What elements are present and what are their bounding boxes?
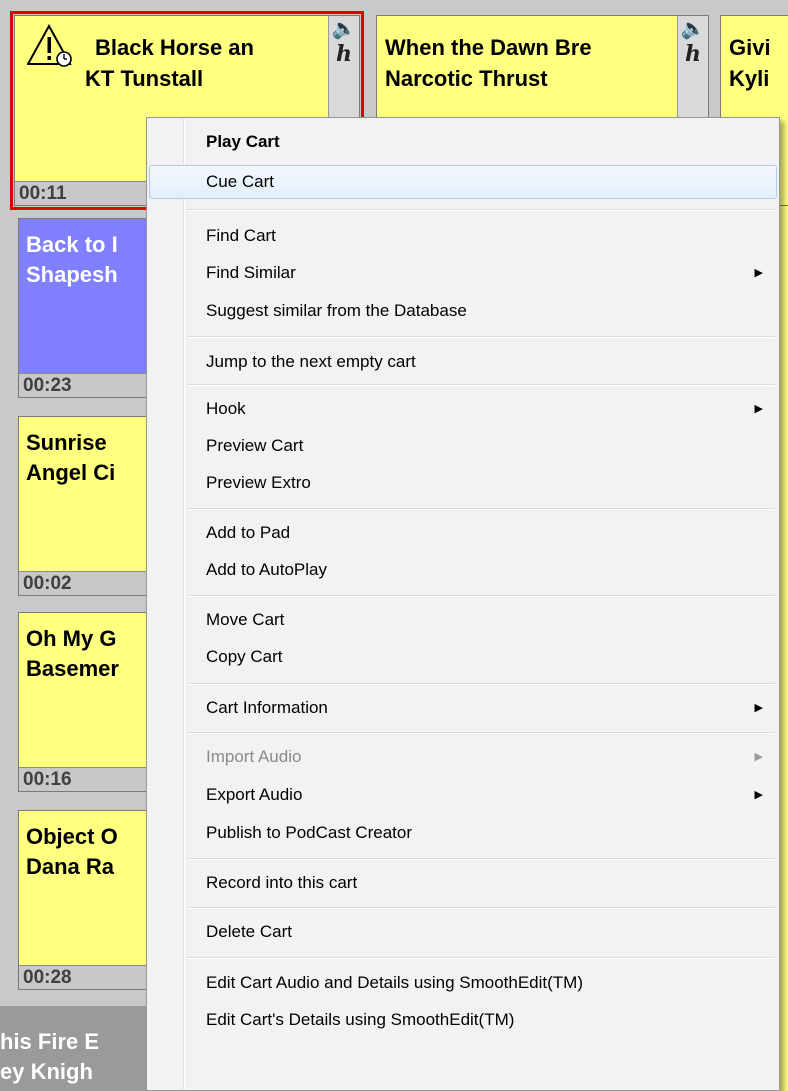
cart-duration: 00:28 <box>19 965 157 989</box>
menu-item-label: Preview Extro <box>206 473 311 492</box>
cart-back-to[interactable]: Back to I Shapesh 00:23 <box>18 218 158 398</box>
submenu-arrow-icon: ▶ <box>754 702 763 714</box>
menu-item-label: Copy Cart <box>206 647 283 666</box>
menu-item-record-into-this-cart[interactable]: Record into this cart <box>149 866 777 900</box>
menu-separator <box>187 508 775 510</box>
menu-item-add-to-autoplay[interactable]: Add to AutoPlay <box>149 553 777 587</box>
menu-separator <box>187 858 775 860</box>
menu-item-label: Edit Cart's Details using SmoothEdit(TM) <box>206 1010 515 1029</box>
warning-clock-icon <box>26 23 75 68</box>
menu-separator <box>187 957 775 959</box>
cart-artist: Basemer <box>26 656 119 681</box>
menu-item-play-cart[interactable]: Play Cart <box>149 125 777 159</box>
menu-item-edit-cart-audio-and-details-using-smoothedit-tm[interactable]: Edit Cart Audio and Details using Smooth… <box>149 966 777 1000</box>
menu-item-label: Cue Cart <box>206 172 275 191</box>
menu-item-label: Add to AutoPlay <box>206 560 327 579</box>
cart-artist: Kyli <box>729 66 770 91</box>
speaker-icon[interactable]: 🔈 <box>329 16 359 42</box>
menu-item-label: Play Cart <box>206 132 280 151</box>
menu-item-copy-cart[interactable]: Copy Cart <box>149 640 777 674</box>
menu-item-cue-cart[interactable]: Cue Cart <box>149 165 777 199</box>
menu-item-label: Import Audio <box>206 747 302 766</box>
menu-item-export-audio[interactable]: Export Audio ▶ <box>149 778 777 812</box>
menu-item-label: Delete Cart <box>206 922 292 941</box>
cart-title: Sunrise <box>26 430 107 455</box>
cart-this-fire[interactable]: his Fire E ey Knigh <box>0 1006 158 1091</box>
menu-item-label: Export Audio <box>206 785 303 804</box>
cart-artist: KT Tunstall <box>85 66 204 91</box>
menu-item-add-to-pad[interactable]: Add to Pad <box>149 516 777 550</box>
cart-duration: 00:16 <box>19 767 157 791</box>
cart-duration: 00:23 <box>19 373 157 397</box>
cart-duration: 00:02 <box>19 571 157 595</box>
menu-item-move-cart[interactable]: Move Cart <box>149 603 777 637</box>
menu-item-import-audio: Import Audio ▶ <box>149 740 777 774</box>
menu-item-cart-information[interactable]: Cart Information ▶ <box>149 691 777 725</box>
cart-title: Black Horse an <box>95 35 254 60</box>
menu-separator <box>187 384 775 386</box>
cart-artist: Narcotic Thrust <box>385 66 548 91</box>
menu-separator <box>187 595 775 597</box>
menu-item-label: Find Cart <box>206 226 276 245</box>
submenu-arrow-icon: ▶ <box>754 751 763 763</box>
menu-separator <box>187 683 775 685</box>
cart-title: Back to I <box>26 232 118 257</box>
menu-item-label: Publish to PodCast Creator <box>206 823 412 842</box>
menu-separator <box>187 336 775 338</box>
hook-indicator: h <box>336 41 352 67</box>
cart-title: When the Dawn Bre <box>385 35 592 60</box>
menu-item-find-similar[interactable]: Find Similar ▶ <box>149 256 777 290</box>
speaker-icon[interactable]: 🔈 <box>678 16 708 42</box>
menu-item-delete-cart[interactable]: Delete Cart <box>149 915 777 949</box>
menu-item-label: Find Similar <box>206 263 296 282</box>
context-menu: Play Cart Cue Cart Find Cart Find Similar ▶ S… <box>146 117 780 1091</box>
menu-item-find-cart[interactable]: Find Cart <box>149 219 777 253</box>
hook-indicator: h <box>685 41 701 67</box>
menu-separator <box>187 907 775 909</box>
menu-item-edit-cart-s-details-using-smoothedit-tm[interactable]: Edit Cart's Details using SmoothEdit(TM) <box>149 1003 777 1037</box>
cart-object[interactable]: Object O Dana Ra 00:28 <box>18 810 158 990</box>
cart-artist: Dana Ra <box>26 854 115 879</box>
submenu-arrow-icon: ▶ <box>754 789 763 801</box>
cart-artist: ey Knigh <box>0 1059 93 1084</box>
cart-title: Oh My G <box>26 626 117 651</box>
submenu-arrow-icon: ▶ <box>754 403 763 415</box>
menu-item-label: Record into this cart <box>206 873 358 892</box>
cart-artist: Shapesh <box>26 262 118 287</box>
menu-item-label: Jump to the next empty cart <box>206 352 416 371</box>
cart-artist: Angel Ci <box>26 460 116 485</box>
menu-item-suggest-similar-from-the-database[interactable]: Suggest similar from the Database <box>149 294 777 328</box>
menu-item-label: Hook <box>206 399 246 418</box>
cart-title: Givi <box>729 35 771 60</box>
cart-sunrise[interactable]: Sunrise Angel Ci 00:02 <box>18 416 158 596</box>
menu-item-label: Add to Pad <box>206 523 291 542</box>
menu-item-preview-cart[interactable]: Preview Cart <box>149 429 777 463</box>
menu-item-jump-to-the-next-empty-cart[interactable]: Jump to the next empty cart <box>149 345 777 379</box>
menu-item-label: Edit Cart Audio and Details using Smooth… <box>206 973 584 992</box>
menu-item-publish-to-podcast-creator[interactable]: Publish to PodCast Creator <box>149 816 777 850</box>
menu-item-hook[interactable]: Hook ▶ <box>149 392 777 426</box>
menu-item-label: Suggest similar from the Database <box>206 301 467 320</box>
cart-title: Object O <box>26 824 118 849</box>
menu-item-label: Preview Cart <box>206 436 304 455</box>
menu-item-label: Cart Information <box>206 698 328 717</box>
menu-separator <box>187 209 775 211</box>
menu-item-preview-extro[interactable]: Preview Extro <box>149 466 777 500</box>
menu-separator <box>187 732 775 734</box>
menu-item-label: Move Cart <box>206 610 285 629</box>
cart-title: his Fire E <box>0 1029 100 1054</box>
cart-oh-my[interactable]: Oh My G Basemer 00:16 <box>18 612 158 792</box>
submenu-arrow-icon: ▶ <box>754 267 763 279</box>
